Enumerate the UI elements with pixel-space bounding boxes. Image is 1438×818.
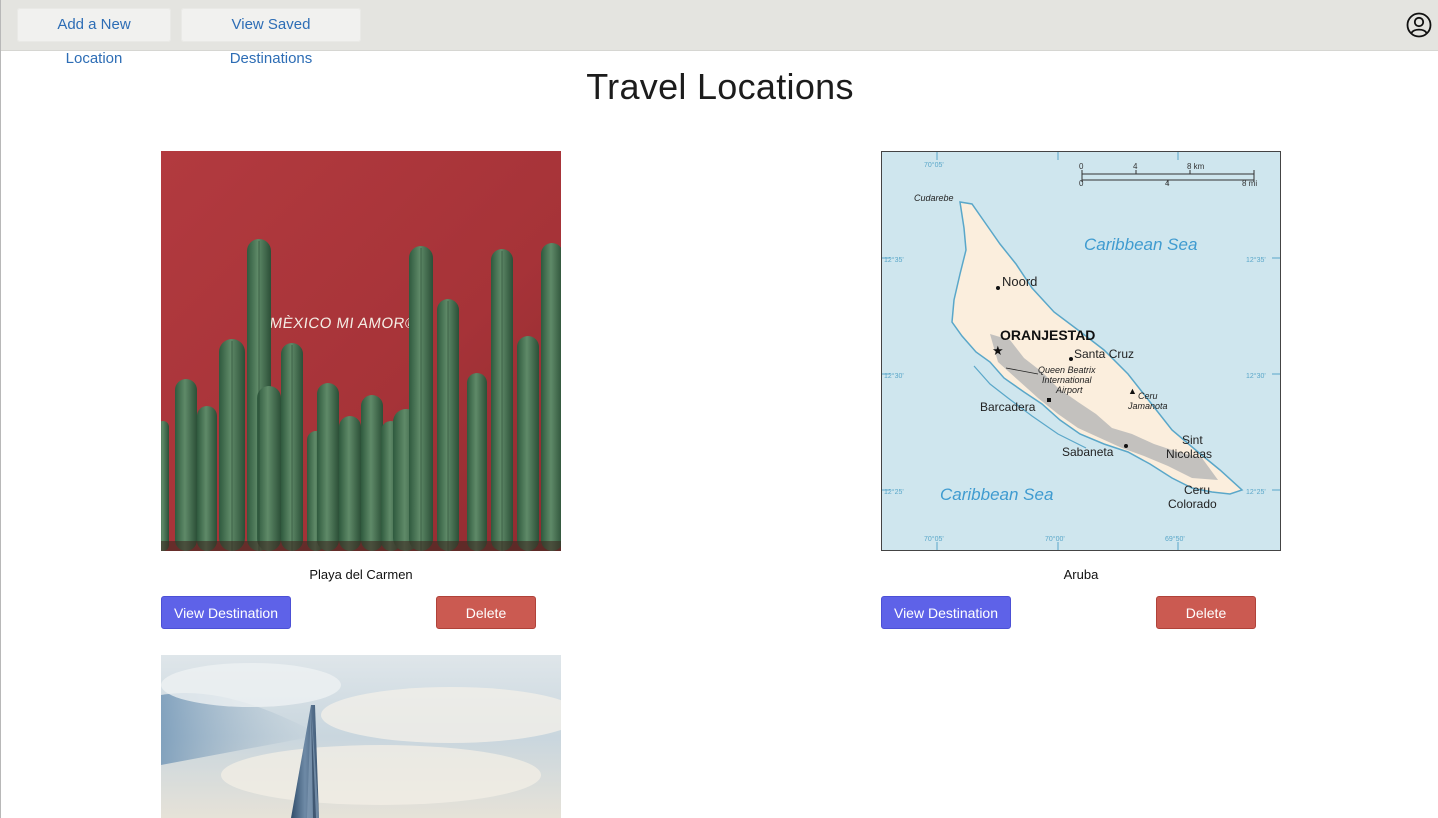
map-label: 0 xyxy=(1079,179,1084,188)
view-destination-button[interactable]: View Destination xyxy=(161,596,291,629)
map-label: Jamanota xyxy=(1127,401,1168,411)
top-nav-bar: Add a New Location View Saved Destinatio… xyxy=(1,0,1438,67)
map-label: Queen Beatrix xyxy=(1038,365,1096,375)
map-label: Ceru xyxy=(1138,391,1158,401)
map-label: Colorado xyxy=(1168,497,1217,511)
page-title: Travel Locations xyxy=(586,66,854,107)
capital-star-icon: ★ xyxy=(992,343,1004,358)
map-label: Ceru xyxy=(1184,483,1210,497)
map-label: 8 km xyxy=(1187,162,1205,171)
location-name: Playa del Carmen xyxy=(309,567,413,582)
delete-button[interactable]: Delete xyxy=(1156,596,1256,629)
map-label: 0 xyxy=(1079,162,1084,171)
map-label: Caribbean Sea xyxy=(940,485,1053,504)
map-label: 8 mi xyxy=(1242,179,1257,188)
map-label: 12°25' xyxy=(1246,488,1266,496)
map-label: 70°05' xyxy=(924,161,944,169)
view-destination-button[interactable]: View Destination xyxy=(881,596,1011,629)
map-label: Caribbean Sea xyxy=(1084,235,1197,254)
add-location-button[interactable]: Add a New Location xyxy=(17,8,171,67)
map-label: Airport xyxy=(1055,385,1083,395)
map-label: 12°35' xyxy=(1246,256,1266,264)
map-label: 4 xyxy=(1165,179,1170,188)
map-label: 12°30' xyxy=(884,372,904,380)
map-label: 12°30' xyxy=(1246,372,1266,380)
map-label: Cudarebe xyxy=(914,193,954,203)
map-label: 70°00' xyxy=(1045,535,1065,543)
map-label: Barcadera xyxy=(980,400,1036,414)
location-image[interactable]: MÈXICO MI AMOR® xyxy=(161,151,561,551)
map-label: ORANJESTAD xyxy=(1000,327,1095,343)
map-label: Noord xyxy=(1002,274,1037,289)
delete-button[interactable]: Delete xyxy=(436,596,536,629)
user-circle-icon[interactable] xyxy=(1406,12,1432,38)
map-label: International xyxy=(1042,375,1093,385)
map-label: 12°25' xyxy=(884,488,904,496)
location-image[interactable] xyxy=(161,655,561,818)
map-label: Nicolaas xyxy=(1166,447,1212,461)
location-name: Aruba xyxy=(1063,567,1099,582)
map-label: Sabaneta xyxy=(1062,445,1114,459)
map-label: Santa Cruz xyxy=(1074,347,1134,361)
cactus-sign-text: MÈXICO MI AMOR® xyxy=(269,315,418,332)
map-label: 70°05' xyxy=(924,535,944,543)
map-label: 69°50' xyxy=(1165,535,1185,543)
location-map-image[interactable]: 0 4 8 km 0 4 8 mi 12°35' 12°35' 12°30' 1… xyxy=(881,151,1281,551)
map-label: 4 xyxy=(1133,162,1138,171)
map-label: 12°35' xyxy=(884,256,904,264)
map-label: Sint xyxy=(1182,433,1203,447)
view-saved-destinations-button[interactable]: View Saved Destinations xyxy=(181,8,361,67)
peak-triangle-icon: ▲ xyxy=(1128,386,1137,396)
